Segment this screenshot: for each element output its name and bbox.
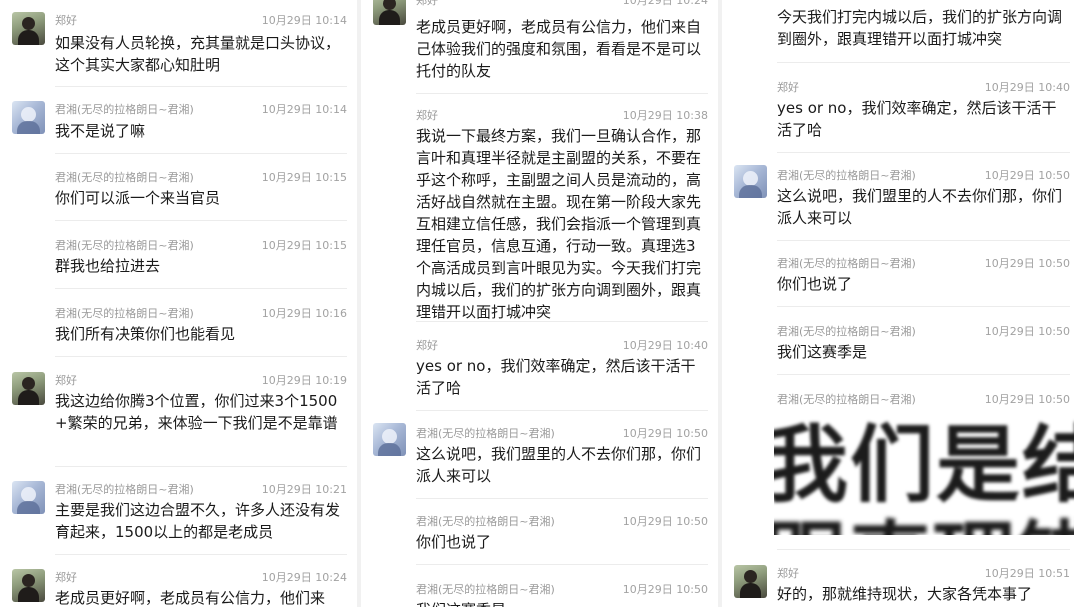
message-time: 10月29日 10:50 [622, 583, 708, 596]
avatar[interactable] [373, 0, 406, 25]
sender-name: 君湘(无尽的拉格朗日~君湘) [55, 239, 194, 252]
message-time: 10月29日 10:16 [261, 307, 347, 320]
message-text: 我们这赛季是 [416, 599, 706, 607]
sender-name: 郑好 [416, 0, 438, 7]
message-time: 10月29日 10:15 [261, 239, 347, 252]
divider [416, 321, 708, 322]
avatar[interactable] [12, 481, 45, 514]
message-time: 10月29日 10:51 [984, 567, 1070, 580]
message-time: 10月29日 10:24 [261, 571, 347, 584]
message-time: 10月29日 10:50 [622, 427, 708, 440]
sender-name: 君湘(无尽的拉格朗日~君湘) [55, 307, 194, 320]
chat-panel-2[interactable]: 郑好 10月29日 10:24 老成员更好啊，老成员有公信力，他们来自己体验我们… [361, 0, 718, 607]
divider [777, 62, 1070, 63]
sender-name: 郑好 [55, 571, 77, 584]
message-time: 10月29日 10:38 [622, 109, 708, 122]
sender-name: 郑好 [55, 374, 77, 387]
divider [416, 498, 708, 499]
message-time: 10月29日 10:50 [984, 393, 1070, 406]
message-text: 今天我们打完内城以后，我们的扩张方向调到圈外，跟真理错开以面打城冲突 [777, 8, 1063, 48]
message-time: 10月29日 10:24 [622, 0, 708, 7]
sender-name: 郑好 [416, 109, 438, 122]
chat-panel-3[interactable]: 今天我们打完内城以后，我们的扩张方向调到圈外，跟真理错开以面打城冲突 郑好 10… [722, 0, 1080, 607]
message-time: 10月29日 10:50 [984, 169, 1070, 182]
message-text: 这么说吧，我们盟里的人不去你们那，你们派人来可以 [777, 187, 1063, 227]
message-time: 10月29日 10:21 [261, 483, 347, 496]
sender-name: 君湘(无尽的拉格朗日~君湘) [777, 257, 916, 270]
chat-panel-1[interactable]: 郑好 10月29日 10:14 如果没有人员轮换，充其量就是口头协议，这个其实大… [0, 0, 357, 607]
message-text: 老成员更好啊，老成员有公信力，他们来自己体验我们的强度和氛围，看看是不是可以托付… [416, 18, 702, 80]
avatar[interactable] [12, 372, 45, 405]
zoomed-text: 我们是结 [774, 416, 1074, 514]
sender-name: 君湘(无尽的拉格朗日~君湘) [55, 171, 194, 184]
divider [416, 410, 708, 411]
divider [777, 374, 1070, 375]
message-text: 老成员更好啊，老成员有公信力，他们来 [55, 589, 326, 607]
message-time: 10月29日 10:40 [622, 339, 708, 352]
message-text: 我说一下最终方案，我们一旦确认合作，那言叶和真理半径就是主副盟的关系，不要在乎这… [416, 127, 702, 321]
message-time: 10月29日 10:50 [622, 515, 708, 528]
avatar[interactable] [734, 165, 767, 198]
sender-name: 君湘(无尽的拉格朗日~君湘) [777, 393, 916, 406]
sender-name: 君湘(无尽的拉格朗日~君湘) [55, 483, 194, 496]
divider [416, 93, 708, 94]
avatar[interactable] [12, 101, 45, 134]
sender-name: 郑好 [416, 339, 438, 352]
zoomed-image-message[interactable]: 我们是结 跟真理错 [774, 415, 1074, 535]
divider [55, 86, 347, 87]
message-text: 如果没有人员轮换，充其量就是口头协议，这个其实大家都心知肚明 [55, 34, 341, 74]
divider [55, 220, 347, 221]
sender-name: 郑好 [55, 14, 77, 27]
message-text: yes or no，我们效率确定，然后该干活干活了哈 [416, 357, 696, 397]
sender-name: 君湘(无尽的拉格朗日~君湘) [777, 169, 916, 182]
zoomed-text-second-line: 跟真理错 [774, 513, 1074, 535]
message-time: 10月29日 10:40 [984, 81, 1070, 94]
sender-name: 君湘(无尽的拉格朗日~君湘) [55, 103, 194, 116]
message-text: 我这边给你腾3个位置，你们过来3个1500+繁荣的兄弟，来体验一下我们是不是靠谱 [55, 392, 338, 432]
divider [416, 564, 708, 565]
sender-name: 君湘(无尽的拉格朗日~君湘) [416, 427, 555, 440]
divider [55, 356, 347, 357]
message-text: 主要是我们这边合盟不久，许多人还没有发育起来，1500以上的都是老成员 [55, 501, 341, 541]
message-text: 我们这赛季是 [777, 343, 868, 361]
message-text: 我不是说了嘛 [55, 122, 146, 140]
divider [777, 240, 1070, 241]
message-time: 10月29日 10:19 [261, 374, 347, 387]
sender-name: 郑好 [777, 567, 799, 580]
message-text: 你们也说了 [777, 275, 853, 293]
message-text: yes or no，我们效率确定，然后该干活干活了哈 [777, 99, 1057, 139]
divider [777, 549, 1070, 550]
message-text: 好的，那就维持现状，大家各凭本事了 [777, 585, 1033, 603]
divider [55, 153, 347, 154]
message-time: 10月29日 10:50 [984, 325, 1070, 338]
message-time: 10月29日 10:50 [984, 257, 1070, 270]
divider [55, 554, 347, 555]
avatar[interactable] [734, 565, 767, 598]
message-text: 我们所有决策你们也能看见 [55, 325, 236, 343]
message-time: 10月29日 10:15 [261, 171, 347, 184]
message-text: 你们也说了 [416, 533, 492, 551]
message-text: 这么说吧，我们盟里的人不去你们那，你们派人来可以 [416, 445, 702, 485]
message-time: 10月29日 10:14 [261, 14, 347, 27]
message-text: 你们可以派一个来当官员 [55, 189, 221, 207]
message-time: 10月29日 10:14 [261, 103, 347, 116]
avatar[interactable] [12, 569, 45, 602]
avatar[interactable] [373, 423, 406, 456]
divider [777, 306, 1070, 307]
sender-name: 君湘(无尽的拉格朗日~君湘) [416, 515, 555, 528]
divider [55, 466, 347, 467]
avatar[interactable] [12, 12, 45, 45]
sender-name: 君湘(无尽的拉格朗日~君湘) [777, 325, 916, 338]
message-text: 群我也给拉进去 [55, 257, 161, 275]
divider [777, 152, 1070, 153]
divider [55, 288, 347, 289]
sender-name: 郑好 [777, 81, 799, 94]
sender-name: 君湘(无尽的拉格朗日~君湘) [416, 583, 555, 596]
